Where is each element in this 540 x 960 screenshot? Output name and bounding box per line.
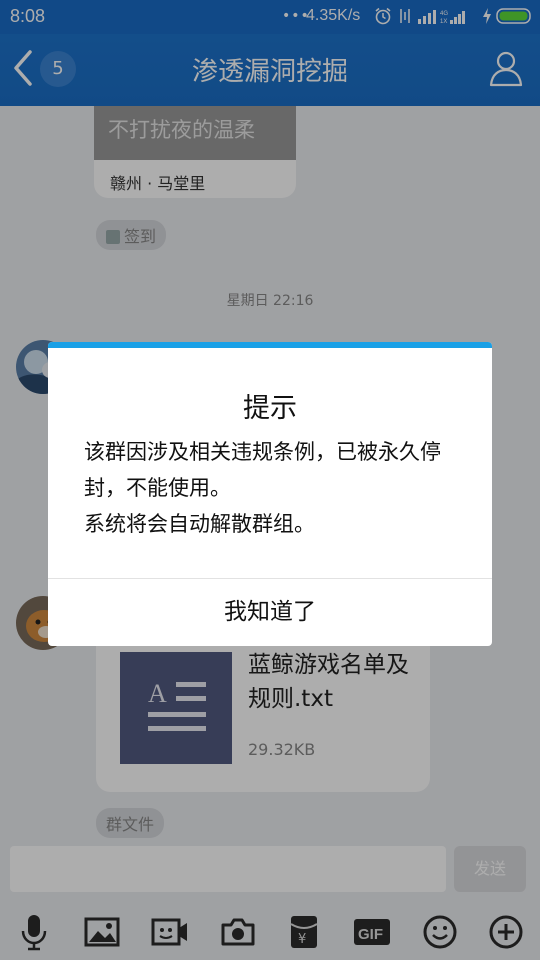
dialog-title: 提示 (243, 393, 297, 424)
acknowledge-button[interactable]: 我知道了 (48, 579, 492, 646)
dialog-accent-bar (48, 342, 492, 348)
dialog-message-line: 该群因涉及相关违规条例，已被永久停封，不能使用。 (84, 440, 441, 500)
dialog-message: 该群因涉及相关违规条例，已被永久停封，不能使用。 系统将会自动解散群组。 (84, 434, 464, 542)
alert-dialog: 提示 该群因涉及相关违规条例，已被永久停封，不能使用。 系统将会自动解散群组。 … (48, 342, 492, 646)
dialog-message-line: 系统将会自动解散群组。 (84, 512, 315, 536)
